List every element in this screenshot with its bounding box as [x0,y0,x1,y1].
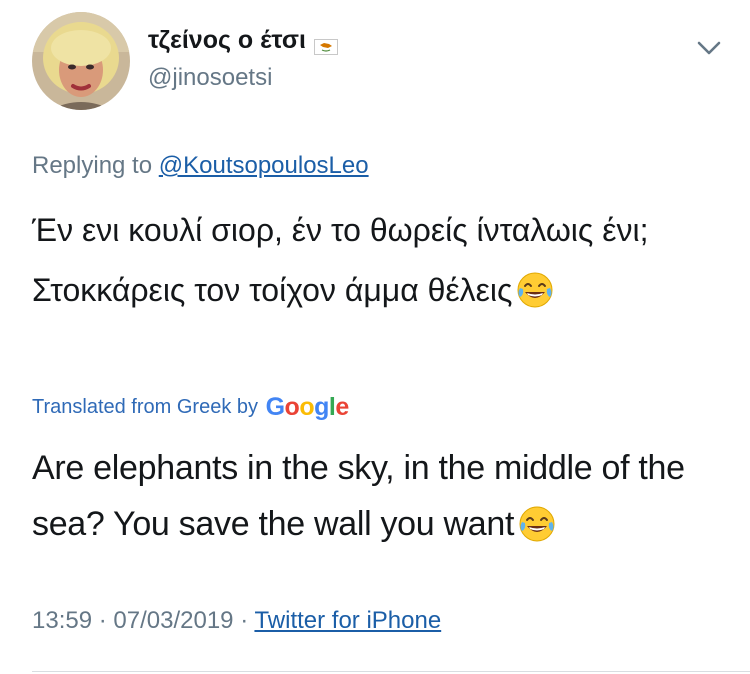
translation-attribution: Translated from Greek by Google [32,393,349,422]
replying-to: Replying to @KoutsopoulosLeo [32,152,369,180]
replying-to-label: Replying to [32,152,153,179]
divider [32,671,750,672]
replying-to-link[interactable]: @KoutsopoulosLeo [159,152,369,179]
meta-separator: · [98,607,107,634]
face-with-tears-of-joy-icon [518,504,556,560]
translation-text-content: Are elephants in the sky, in the middle … [32,449,685,543]
face-with-tears-of-joy-icon [516,268,554,328]
display-name[interactable]: τζείνος ο έτσι [148,26,306,54]
chevron-down-icon [697,41,721,55]
tweet-text: Έν ενι κουλί σιορ, έν το θωρείς ίνταλωις… [32,200,722,328]
tweet-text-content: Έν ενι κουλί σιορ, έν το θωρείς ίνταλωις… [32,212,649,308]
tweet-date: 07/03/2019 [113,607,234,634]
tweet-meta: 13:59 · 07/03/2019 · Twitter for iPhone [32,607,441,635]
tweet-time: 13:59 [32,607,93,634]
google-logo: Google [265,393,350,421]
tweet-source-link[interactable]: Twitter for iPhone [254,607,441,634]
translation-text: Are elephants in the sky, in the middle … [32,440,732,560]
user-handle[interactable]: @jinosoetsi [148,64,272,92]
translation-label: Translated from Greek by [32,396,259,418]
tweet-menu-button[interactable] [694,36,724,60]
meta-separator: · [240,607,249,634]
display-name-row[interactable]: τζείνος ο έτσι [148,26,338,56]
avatar[interactable] [32,12,130,110]
user-avatar-image [32,12,130,110]
cyprus-flag-icon [313,33,338,56]
